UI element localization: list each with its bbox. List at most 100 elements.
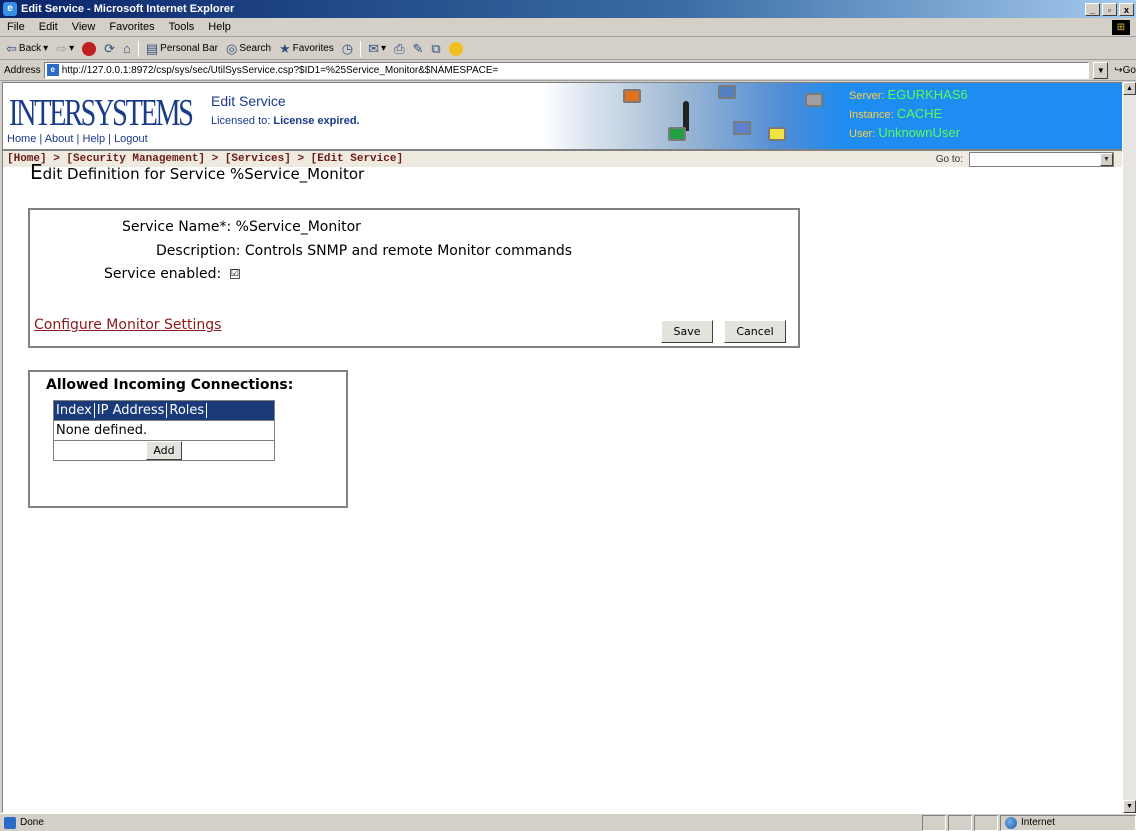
instance-value: CACHE xyxy=(896,106,943,121)
back-label: Back xyxy=(18,43,42,54)
service-enabled-checkbox[interactable]: ☑ xyxy=(229,269,240,279)
personal-bar-button[interactable]: ▤ Personal Bar xyxy=(143,41,221,57)
computer-icon xyxy=(668,127,686,141)
page-done-icon xyxy=(4,816,16,829)
toolbar-separator xyxy=(137,40,139,57)
license-info: Licensed to: License expired. xyxy=(211,115,360,127)
menu-view[interactable]: View xyxy=(65,21,103,33)
discuss-button[interactable]: ⧉ xyxy=(428,41,443,57)
add-connection-button[interactable]: Add xyxy=(146,441,182,460)
favorites-button[interactable]: ★ Favorites xyxy=(276,41,337,57)
goto-select[interactable]: ▼ xyxy=(969,151,1114,167)
chevron-down-icon[interactable]: ▼ xyxy=(1100,152,1113,166)
page-heading: Edit Definition for Service %Service_Mon… xyxy=(30,160,364,184)
forward-dropdown-icon: ▾ xyxy=(69,43,75,54)
address-bar: Address e http://127.0.0.1:8972/csp/sys/… xyxy=(0,60,1136,81)
server-label: Server: xyxy=(849,90,885,102)
menu-favorites[interactable]: Favorites xyxy=(102,21,161,33)
toolbar-separator xyxy=(360,40,362,57)
back-arrow-icon: ⇦ xyxy=(6,40,17,56)
table-row: Add xyxy=(54,440,274,460)
banner-links: Home | About | Help | Logout xyxy=(7,133,148,145)
help-link[interactable]: Help xyxy=(82,133,105,145)
search-button[interactable]: ◎ Search xyxy=(223,41,274,57)
security-zone: Internet xyxy=(1000,814,1136,831)
address-dropdown-button[interactable]: ▼ xyxy=(1093,61,1109,79)
stop-button[interactable] xyxy=(79,41,99,56)
back-dropdown-icon: ▾ xyxy=(43,43,49,54)
print-icon: ⎙ xyxy=(394,40,405,56)
description-value: Controls SNMP and remote Monitor command… xyxy=(244,243,573,259)
address-input[interactable]: e http://127.0.0.1:8972/csp/sys/sec/Util… xyxy=(43,61,1090,79)
status-bar: Done Internet xyxy=(0,813,1136,831)
scroll-up-icon[interactable]: ▲ xyxy=(1123,82,1136,95)
server-info: Server: EGURKHAS6 Instance: CACHE User: … xyxy=(843,83,1122,149)
scroll-down-icon[interactable]: ▼ xyxy=(1123,800,1136,813)
license-label: Licensed to: xyxy=(211,115,271,127)
messenger-button[interactable] xyxy=(446,41,466,56)
print-button[interactable]: ⎙ xyxy=(391,41,407,57)
description-label: Description: xyxy=(156,243,241,259)
forward-button[interactable]: ⇨ ▾ xyxy=(53,41,77,57)
zone-label: Internet xyxy=(1021,817,1055,828)
menu-file[interactable]: File xyxy=(0,21,32,33)
banner: INTERSYSTEMS Home | About | Help | Logou… xyxy=(3,83,1122,149)
computer-icon xyxy=(733,121,751,135)
connections-table: Index IP Address Roles None defined. Add xyxy=(53,400,275,461)
mail-button[interactable]: ✉ ▾ xyxy=(365,41,389,57)
home-button[interactable]: ⌂ xyxy=(120,41,134,56)
edit-button[interactable]: ✎ xyxy=(409,41,426,57)
refresh-icon: ⟳ xyxy=(104,40,116,56)
status-cell xyxy=(974,814,998,831)
empty-message: None defined. xyxy=(56,423,148,438)
save-button[interactable]: Save xyxy=(661,320,713,343)
instance-line: Instance: CACHE xyxy=(849,106,942,121)
history-button[interactable]: ◷ xyxy=(339,41,356,57)
about-link[interactable]: About xyxy=(45,133,74,145)
favorites-label: Favorites xyxy=(292,43,334,54)
heading-initial: E xyxy=(30,160,43,184)
forward-arrow-icon: ⇨ xyxy=(56,40,68,56)
home-icon: ⌂ xyxy=(123,41,131,56)
address-label: Address xyxy=(4,64,41,76)
service-name-row: Service Name*: %Service_Monitor xyxy=(122,219,361,235)
back-button[interactable]: ⇦ Back ▾ xyxy=(3,41,51,57)
address-url: http://127.0.0.1:8972/csp/sys/sec/UtilSy… xyxy=(61,64,499,76)
computer-icon xyxy=(718,85,736,99)
service-enabled-label: Service enabled: xyxy=(104,266,222,282)
service-form: Service Name*: %Service_Monitor Descript… xyxy=(28,208,800,348)
server-line: Server: EGURKHAS6 xyxy=(849,87,968,102)
goto-area: Go to: ▼ xyxy=(936,151,1122,167)
go-arrow-icon: ↪ xyxy=(1114,64,1123,76)
discuss-icon: ⧉ xyxy=(431,40,441,56)
maximize-button[interactable]: ▫ xyxy=(1102,2,1117,16)
minimize-button[interactable]: _ xyxy=(1085,2,1100,16)
page-icon: e xyxy=(46,64,59,76)
column-header-roles: Roles xyxy=(167,403,208,418)
search-icon: ◎ xyxy=(225,40,238,56)
windows-logo-icon: ⊞ xyxy=(1112,19,1130,35)
service-name-label: Service Name*: xyxy=(122,219,232,235)
personal-bar-label: Personal Bar xyxy=(160,43,218,54)
connections-panel: Allowed Incoming Connections: Index IP A… xyxy=(28,370,348,508)
intersystems-logo: INTERSYSTEMS xyxy=(9,92,194,134)
computer-icon xyxy=(768,127,786,141)
home-link[interactable]: Home xyxy=(7,133,36,145)
close-button[interactable]: x xyxy=(1119,2,1134,16)
configure-monitor-link[interactable]: Configure Monitor Settings xyxy=(34,317,221,333)
vertical-scrollbar[interactable]: ▲ ▼ xyxy=(1123,82,1136,813)
logout-link[interactable]: Logout xyxy=(114,133,148,145)
connections-title: Allowed Incoming Connections: xyxy=(46,377,294,393)
description-row: Description: Controls SNMP and remote Mo… xyxy=(156,243,572,259)
app-title: Edit Service xyxy=(211,93,286,109)
refresh-button[interactable]: ⟳ xyxy=(101,41,118,57)
menu-tools[interactable]: Tools xyxy=(162,21,202,33)
mail-dropdown-icon: ▾ xyxy=(381,43,387,54)
column-header-ip: IP Address xyxy=(95,403,168,418)
menu-help[interactable]: Help xyxy=(201,21,238,33)
menu-edit[interactable]: Edit xyxy=(32,21,65,33)
go-button[interactable]: ↪Go xyxy=(1114,65,1136,76)
service-enabled-row: Service enabled: ☑ xyxy=(104,266,240,282)
cancel-button[interactable]: Cancel xyxy=(724,320,786,343)
personal-bar-icon: ▤ xyxy=(145,40,159,56)
